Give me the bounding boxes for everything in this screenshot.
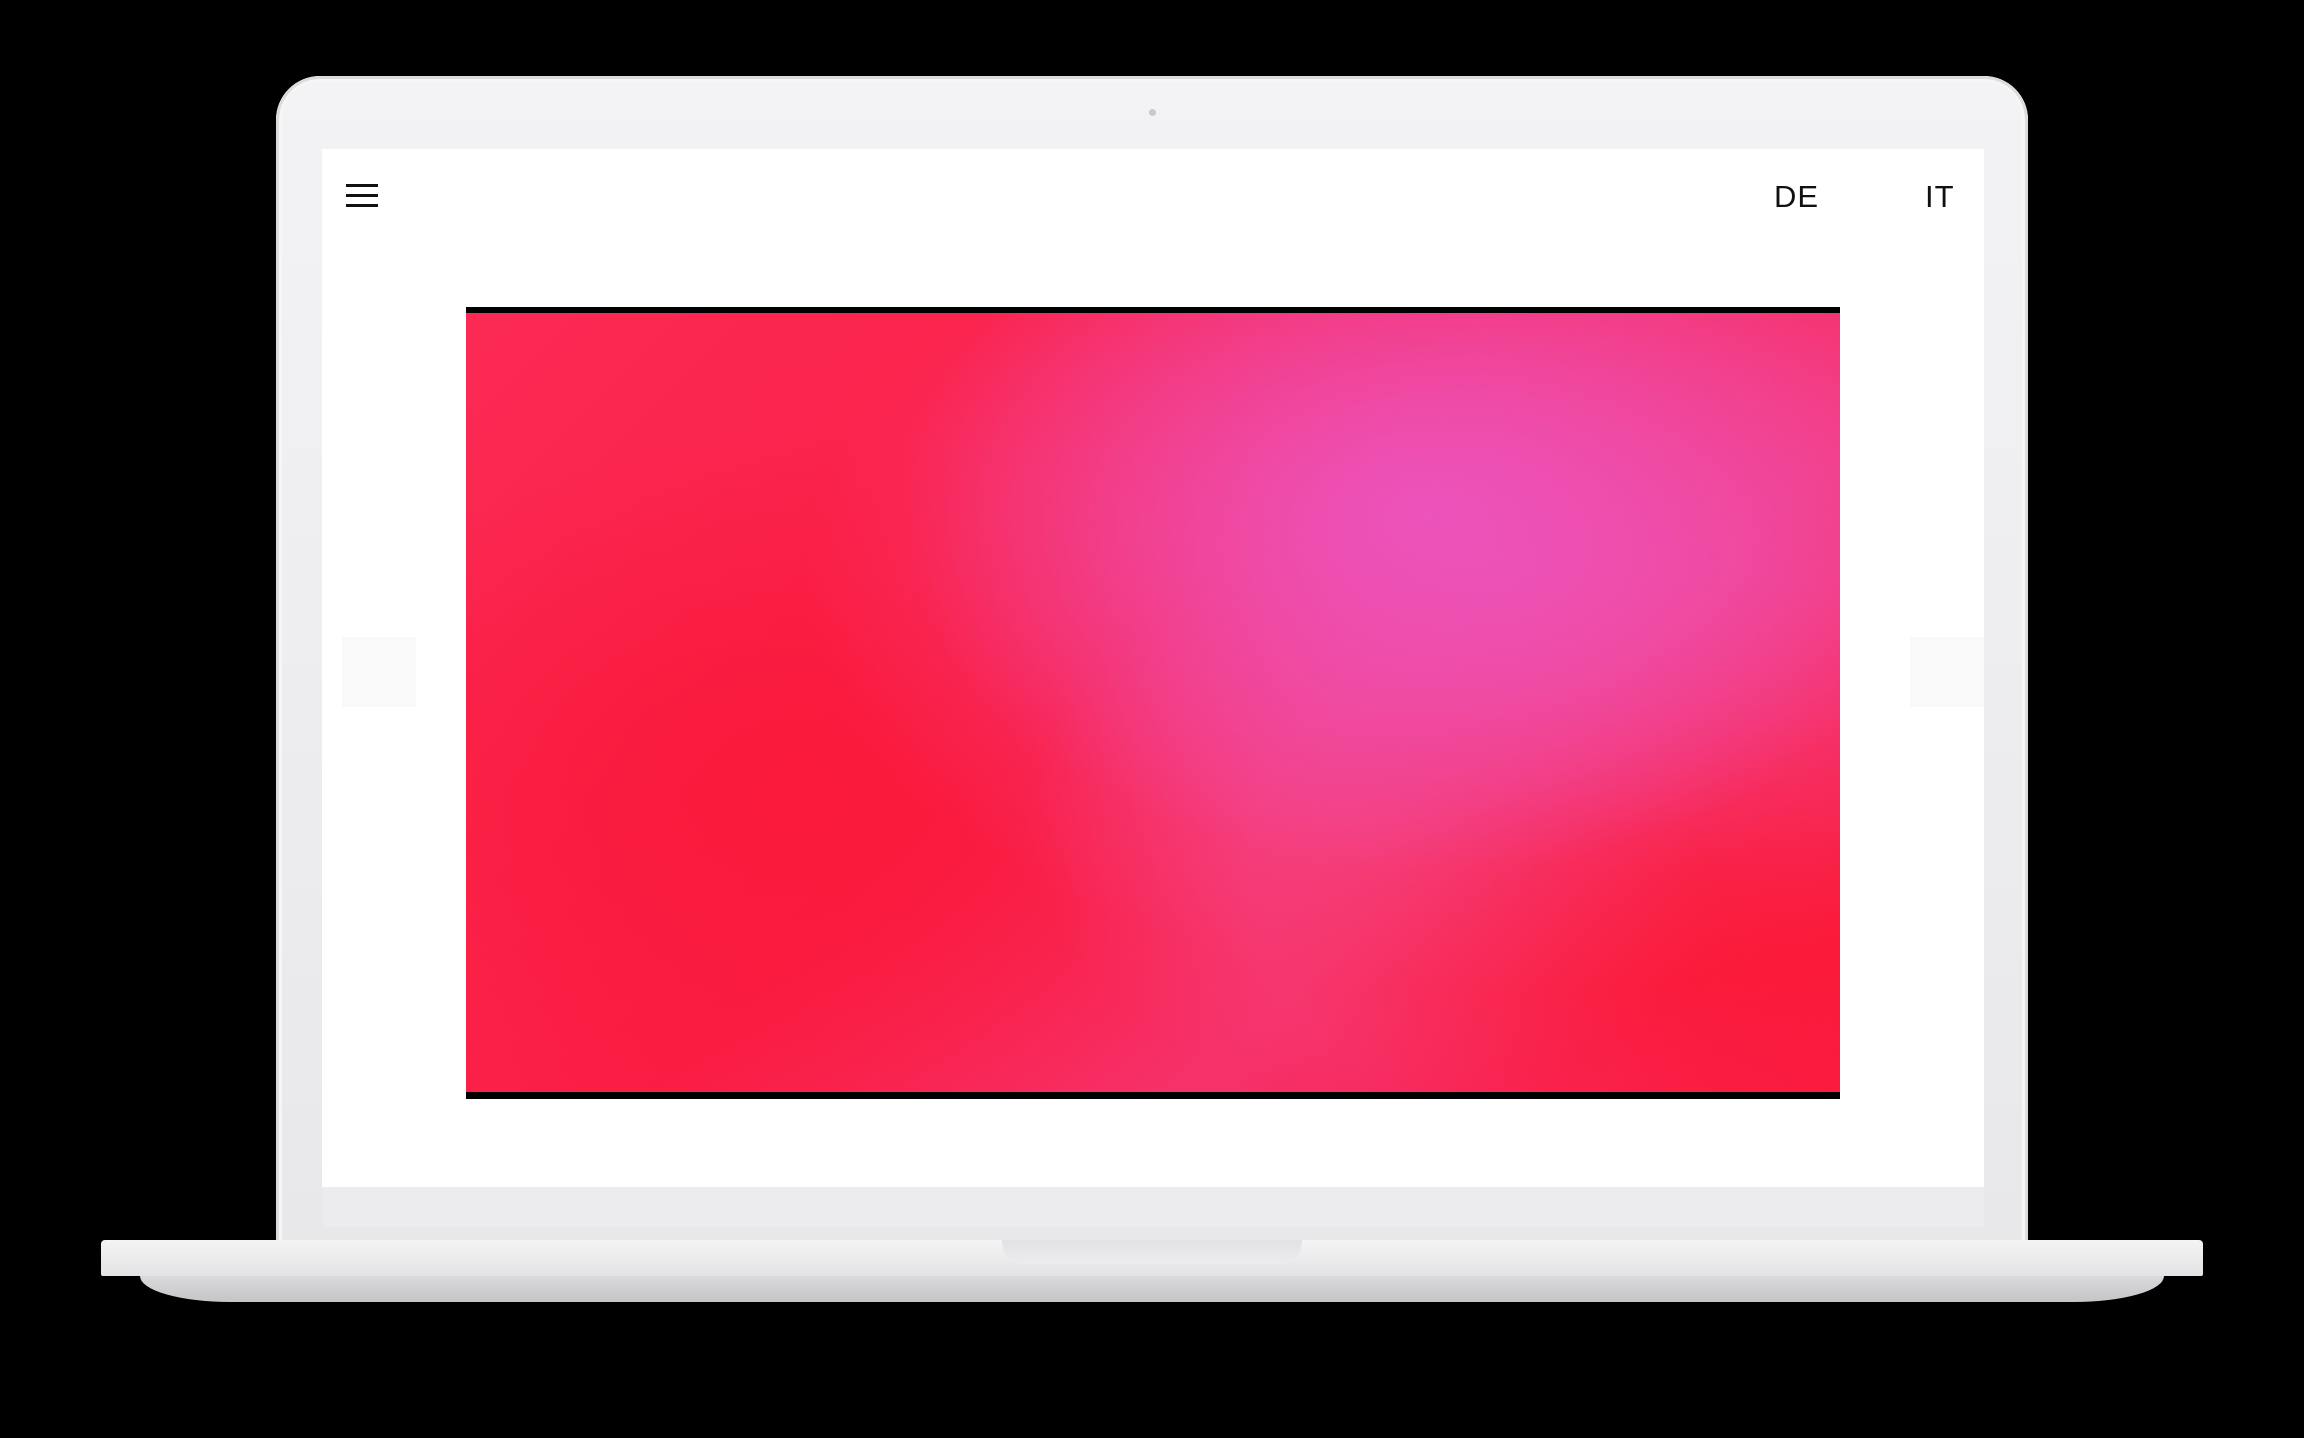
laptop-opening-notch <box>1002 1240 1302 1264</box>
stage: DE IT <box>0 0 2304 1438</box>
language-link-de[interactable]: DE <box>1774 179 1819 215</box>
carousel-next-button[interactable] <box>1910 637 1984 707</box>
hamburger-menu-icon[interactable] <box>346 182 380 210</box>
screen-chin <box>322 1187 1984 1227</box>
carousel-prev-button[interactable] <box>342 637 416 707</box>
menu-line <box>346 184 378 187</box>
hero-video-frame <box>466 307 1840 1099</box>
language-link-it[interactable]: IT <box>1925 179 1955 215</box>
site-header: DE IT <box>322 149 1984 249</box>
menu-line <box>346 194 378 197</box>
laptop-screen: DE IT <box>322 149 1984 1187</box>
hero-gradient-media[interactable] <box>466 313 1840 1092</box>
camera-icon <box>1149 109 1156 116</box>
menu-line <box>346 204 378 207</box>
laptop-base-bottom <box>140 1276 2164 1302</box>
